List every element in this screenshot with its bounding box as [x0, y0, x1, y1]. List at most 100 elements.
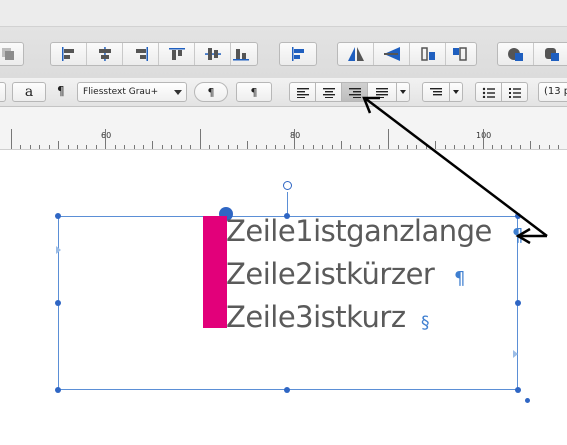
accent-bar [203, 216, 227, 328]
indent-icon [430, 87, 442, 95]
ruler-tick [483, 129, 484, 149]
align-top-edges-button[interactable] [159, 43, 195, 65]
align-center-button[interactable] [315, 82, 342, 102]
bulleted-list-icon [482, 87, 495, 98]
align-horizontal-centers-icon [98, 47, 111, 61]
unite-shapes-button[interactable] [498, 43, 534, 65]
align-right-button[interactable] [341, 82, 368, 102]
ruler-tick [313, 145, 314, 149]
section-mark: § [421, 313, 430, 333]
justify-options-dropdown[interactable] [396, 82, 410, 102]
align-left-edges-icon [61, 47, 74, 61]
flip-horizontal-button[interactable] [338, 43, 374, 65]
pathfinder-group [497, 42, 567, 66]
ruler-tick [200, 129, 201, 149]
align-center-icon [322, 87, 335, 98]
ruler-tick [530, 141, 531, 149]
rotate-icon [420, 47, 435, 61]
ruler-tick [539, 145, 540, 149]
paragraph-options-label: ¶ [207, 85, 215, 99]
handle-bottom-center[interactable] [284, 387, 290, 393]
handle-top-left[interactable] [55, 213, 61, 219]
reflect-button[interactable] [442, 43, 478, 65]
handle-middle-right[interactable] [515, 300, 521, 306]
ruler-tick [152, 141, 153, 149]
chevron-down-icon [174, 90, 182, 95]
ruler-tick [398, 145, 399, 149]
input-port-icon[interactable] [56, 246, 61, 254]
paragraph-options-button[interactable]: ¶ [194, 82, 228, 102]
ruler-tick [143, 145, 144, 149]
horizontal-ruler[interactable]: 60 80 100 [0, 107, 567, 150]
ruler-tick [303, 145, 304, 149]
ruler-tick [341, 141, 342, 149]
align-top-edges-icon [168, 48, 185, 60]
bulleted-list-button[interactable] [475, 82, 502, 102]
align-right-edges-button[interactable] [123, 43, 159, 65]
subtract-shapes-icon [545, 48, 559, 61]
ruler-tick [416, 145, 417, 149]
ruler-tick [256, 145, 257, 149]
align-bottom-edges-button[interactable] [223, 43, 259, 65]
ruler-tick [558, 145, 559, 149]
indent-options-dropdown[interactable] [449, 82, 463, 102]
handle-overflow[interactable] [525, 398, 530, 403]
flip-vertical-button[interactable] [374, 43, 410, 65]
document-canvas[interactable] [0, 150, 567, 445]
ruler-tick [124, 145, 125, 149]
rotate-handle[interactable] [283, 181, 292, 190]
ruler-tick [49, 145, 50, 149]
handle-bottom-left[interactable] [55, 387, 61, 393]
show-invisibles-button[interactable]: ¶ [236, 82, 272, 102]
arrange-icon [2, 48, 14, 60]
ruler-tick [350, 145, 351, 149]
pilcrow-mark-2: ¶ [454, 268, 466, 289]
ruler-tick [171, 145, 172, 149]
ruler-tick [68, 145, 69, 149]
align-group [50, 42, 258, 66]
ruler-tick [39, 145, 40, 149]
partial-button[interactable] [0, 82, 6, 102]
ruler-tick [96, 145, 97, 149]
distribute-button[interactable] [279, 42, 317, 66]
ruler-tick [105, 129, 106, 149]
character-style-button[interactable]: a [12, 82, 46, 102]
ruler-tick [445, 145, 446, 149]
text-line-1: Zeile1istganzlange [226, 214, 492, 248]
output-port-icon[interactable] [513, 350, 518, 358]
numbered-list-button[interactable] [501, 82, 528, 102]
align-horizontal-centers-button[interactable] [87, 43, 123, 65]
justify-button[interactable] [367, 82, 397, 102]
toolbar-top-strip [0, 0, 567, 27]
text-line-2: Zeile2istkürzer [226, 257, 435, 291]
font-size-field[interactable]: (13 p [538, 82, 567, 102]
ruler-tick [20, 145, 21, 149]
indent-button[interactable] [422, 82, 450, 102]
subtract-shapes-button[interactable] [534, 43, 567, 65]
ruler-tick [549, 145, 550, 149]
handle-bottom-right[interactable] [515, 387, 521, 393]
ruler-tick [426, 145, 427, 149]
flip-horizontal-icon [347, 47, 364, 61]
ruler-tick [520, 145, 521, 149]
ruler-tick [322, 145, 323, 149]
rotate-button[interactable] [410, 43, 446, 65]
ruler-label-60: 60 [101, 131, 112, 140]
ruler-tick [58, 141, 59, 149]
justify-icon [376, 87, 388, 98]
ruler-tick [162, 145, 163, 149]
ruler-tick [284, 145, 285, 149]
handle-middle-left[interactable] [55, 300, 61, 306]
font-size-value: (13 p [544, 86, 567, 97]
paragraph-style-select[interactable]: Fliesstext Grau+ [77, 82, 187, 102]
align-left-button[interactable] [289, 82, 316, 102]
text-toolbar: a ¶ Fliesstext Grau+ ¶ ¶ (13 p [0, 78, 567, 107]
ruler-tick [86, 145, 87, 149]
handle-top-right[interactable] [515, 213, 521, 219]
paragraph-style-icon: ¶ [57, 84, 65, 98]
ruler-tick [332, 145, 333, 149]
ruler-tick [218, 145, 219, 149]
text-line-3: Zeile3istkurz [226, 300, 406, 334]
align-left-edges-button[interactable] [51, 43, 87, 65]
arrange-button[interactable] [0, 42, 24, 66]
